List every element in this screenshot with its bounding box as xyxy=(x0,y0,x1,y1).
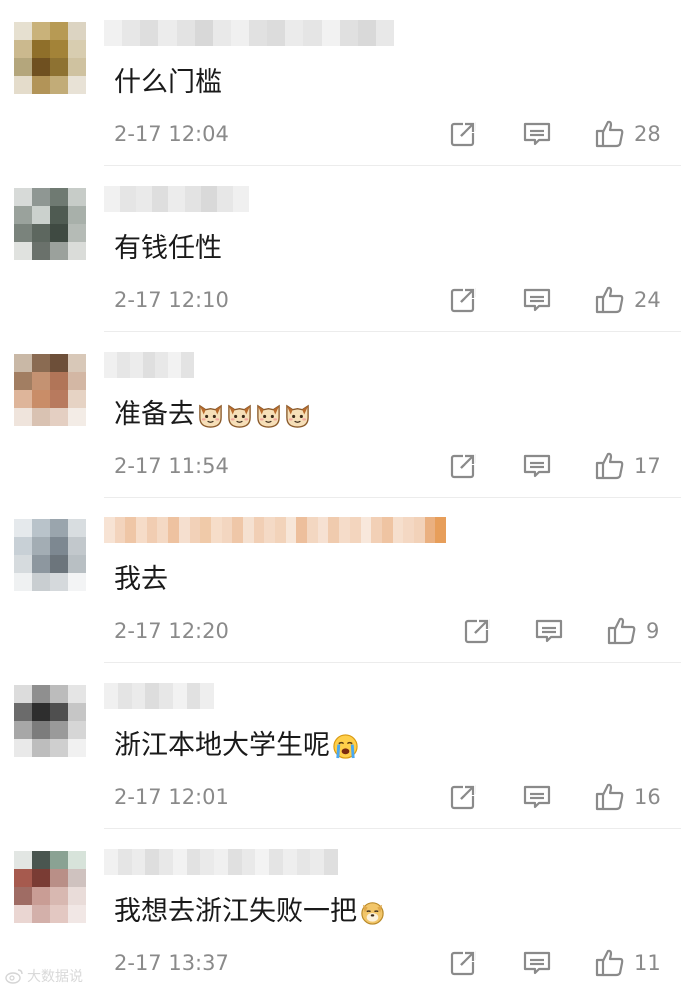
cat-emoji-icon xyxy=(257,404,280,428)
comment-text-content: 我想去浙江失败一把 xyxy=(114,896,357,927)
reply-icon[interactable] xyxy=(522,118,552,150)
avatar[interactable] xyxy=(14,851,86,923)
username-blurred[interactable] xyxy=(104,352,194,378)
reply-icon[interactable] xyxy=(522,284,552,316)
crying-emoji-icon xyxy=(333,733,358,759)
doge-emoji-icon xyxy=(361,901,384,925)
thumbs-up-icon xyxy=(594,947,626,979)
share-icon[interactable] xyxy=(462,615,492,647)
comment-text-content: 浙江本地大学生呢 xyxy=(114,730,330,761)
comment-item: 有钱任性 2-17 12:10 24 xyxy=(0,166,681,332)
avatar[interactable] xyxy=(14,188,86,260)
comment-time: 2-17 12:01 xyxy=(114,785,229,809)
like-button[interactable]: 24 xyxy=(594,284,661,316)
avatar[interactable] xyxy=(14,354,86,426)
comment-time: 2-17 11:54 xyxy=(114,454,229,478)
like-count: 16 xyxy=(634,785,661,809)
cat-emoji-icon xyxy=(228,404,251,428)
avatar[interactable] xyxy=(14,519,86,591)
avatar[interactable] xyxy=(14,685,86,757)
comment-text: 什么门槛 xyxy=(114,66,222,100)
comment-time: 2-17 12:20 xyxy=(114,619,229,643)
reply-icon[interactable] xyxy=(522,450,552,482)
share-icon[interactable] xyxy=(448,118,478,150)
comment-text: 我想去浙江失败一把 xyxy=(114,895,386,929)
share-icon[interactable] xyxy=(448,284,478,316)
comment-text: 我去 xyxy=(114,563,168,597)
comment-text-content: 我去 xyxy=(114,564,168,595)
weibo-logo-icon xyxy=(5,969,23,984)
comment-item: 浙江本地大学生呢 2-17 12:01 16 xyxy=(0,663,681,829)
like-count: 9 xyxy=(646,619,660,643)
like-count: 17 xyxy=(634,454,661,478)
comment-time: 2-17 12:10 xyxy=(114,288,229,312)
comment-text-content: 什么门槛 xyxy=(114,67,222,98)
like-button[interactable]: 17 xyxy=(594,450,661,482)
like-count: 24 xyxy=(634,288,661,312)
comment-text: 准备去 xyxy=(114,398,311,432)
username-blurred[interactable] xyxy=(104,849,338,875)
cat-emoji-icon xyxy=(286,404,309,428)
username-blurred[interactable] xyxy=(104,20,394,46)
comment-time: 2-17 12:04 xyxy=(114,122,229,146)
share-icon[interactable] xyxy=(448,781,478,813)
watermark-text: 大数据说 xyxy=(27,969,83,985)
comment-item: 什么门槛 2-17 12:04 28 xyxy=(0,0,681,166)
comment-time: 2-17 13:37 xyxy=(114,951,229,975)
like-count: 11 xyxy=(634,951,661,975)
avatar[interactable] xyxy=(14,22,86,94)
reply-icon[interactable] xyxy=(534,615,564,647)
comment-text: 浙江本地大学生呢 xyxy=(114,729,359,763)
watermark: 大数据说 xyxy=(4,966,83,986)
comment-item: 准备去 2-17 11:54 17 xyxy=(0,332,681,498)
thumbs-up-icon xyxy=(606,615,638,647)
username-blurred[interactable] xyxy=(104,683,214,709)
like-button[interactable]: 16 xyxy=(594,781,661,813)
username-blurred[interactable] xyxy=(104,186,249,212)
reply-icon[interactable] xyxy=(522,781,552,813)
comment-text-content: 有钱任性 xyxy=(114,233,222,264)
cat-emoji-icon xyxy=(199,404,222,428)
comment-text-content: 准备去 xyxy=(114,399,195,430)
thumbs-up-icon xyxy=(594,781,626,813)
thumbs-up-icon xyxy=(594,450,626,482)
like-button[interactable]: 11 xyxy=(594,947,661,979)
comment-item: 我想去浙江失败一把 2-17 13:37 11 xyxy=(0,829,681,992)
reply-icon[interactable] xyxy=(522,947,552,979)
username-blurred[interactable] xyxy=(104,517,446,543)
share-icon[interactable] xyxy=(448,947,478,979)
share-icon[interactable] xyxy=(448,450,478,482)
like-button[interactable]: 28 xyxy=(594,118,661,150)
comment-item: 我去 2-17 12:20 9 xyxy=(0,497,681,663)
thumbs-up-icon xyxy=(594,118,626,150)
thumbs-up-icon xyxy=(594,284,626,316)
like-button[interactable]: 9 xyxy=(606,615,659,647)
like-count: 28 xyxy=(634,122,661,146)
comment-text: 有钱任性 xyxy=(114,232,222,266)
